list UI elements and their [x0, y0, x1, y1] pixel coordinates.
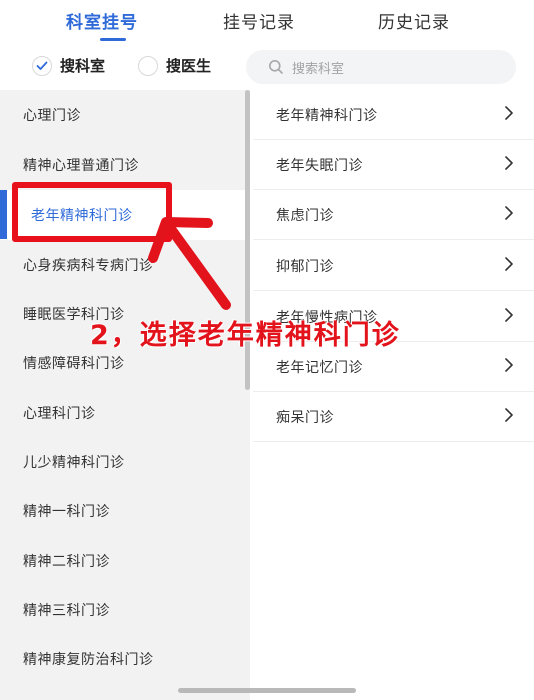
chevron-right-icon	[504, 256, 514, 276]
left-item-psychiatry-3[interactable]: 精神三科门诊	[0, 585, 250, 635]
left-item-label: 精神一科门诊	[23, 503, 110, 520]
radio-search-department-label: 搜科室	[60, 57, 106, 75]
chevron-right-icon	[504, 205, 514, 225]
chevron-right-icon	[504, 105, 514, 125]
search-placeholder: 搜索科室	[292, 61, 345, 77]
left-item-psychiatry-2[interactable]: 精神二科门诊	[0, 536, 250, 586]
left-item-label: 精神心理普通门诊	[23, 157, 139, 174]
left-item-label: 精神康复防治科门诊	[23, 651, 154, 668]
clinic-list: 老年精神科门诊 老年失眠门诊 焦虑门诊 抑郁门诊 老年慢性病门诊 老年记忆门诊 …	[253, 90, 534, 700]
tab-history[interactable]: 历史记录	[378, 8, 450, 33]
chevron-right-icon	[504, 155, 514, 175]
left-item-label: 心理科门诊	[23, 405, 96, 422]
left-item-label: 精神三科门诊	[23, 602, 110, 619]
search-icon	[268, 59, 284, 75]
search-input[interactable]: 搜索科室	[246, 50, 516, 84]
clinic-item-label: 焦虑门诊	[276, 207, 334, 224]
home-indicator[interactable]	[178, 688, 356, 693]
left-item-label: 精神二科门诊	[23, 553, 110, 570]
left-item-label: 心理门诊	[23, 107, 81, 124]
left-item-psychosomatic[interactable]: 心身疾病科专病门诊	[0, 240, 250, 290]
clinic-item-label: 老年精神科门诊	[276, 107, 378, 124]
clinic-item-label: 老年失眠门诊	[276, 157, 363, 174]
left-item-label: 儿少精神科门诊	[23, 454, 125, 471]
left-item-psychology-dept[interactable]: 心理科门诊	[0, 388, 250, 438]
left-item-rehabilitation[interactable]: 精神康复防治科门诊	[0, 634, 250, 684]
clinic-item[interactable]: 老年失眠门诊	[253, 140, 534, 190]
left-item-label: 情感障碍科门诊	[23, 355, 125, 372]
clinic-item[interactable]: 抑郁门诊	[253, 241, 534, 291]
check-icon	[32, 55, 52, 76]
tab-registration-records[interactable]: 挂号记录	[223, 8, 295, 33]
radio-search-department[interactable]: 搜科室	[32, 55, 105, 76]
chevron-right-icon	[504, 407, 514, 427]
active-tab-indicator	[100, 38, 126, 41]
selected-indicator	[0, 190, 7, 239]
chevron-right-icon	[504, 357, 514, 377]
chevron-right-icon	[504, 307, 514, 327]
left-item-child-psychiatry[interactable]: 儿少精神科门诊	[0, 437, 250, 487]
left-item-label: 心身疾病科专病门诊	[23, 257, 154, 274]
radio-search-doctor[interactable]: 搜医生	[138, 55, 211, 76]
annotation-instruction-text: 2，选择老年精神科门诊	[90, 320, 401, 351]
left-item-psychology-clinic[interactable]: 心理门诊	[0, 90, 250, 140]
clinic-item-label: 老年记忆门诊	[276, 359, 363, 376]
radio-search-doctor-label: 搜医生	[166, 57, 212, 75]
top-tab-bar: 科室挂号 挂号记录 历史记录	[0, 0, 534, 43]
clinic-item-label: 抑郁门诊	[276, 258, 334, 275]
clinic-item-label: 痴呆门诊	[276, 409, 334, 426]
clinic-item[interactable]: 焦虑门诊	[253, 190, 534, 240]
annotation-highlight-box	[12, 182, 172, 242]
tab-department-registration[interactable]: 科室挂号	[66, 8, 138, 33]
search-row: 搜科室 搜医生 搜索科室	[0, 42, 534, 90]
clinic-item[interactable]: 老年精神科门诊	[253, 90, 534, 140]
left-item-psychiatry-1[interactable]: 精神一科门诊	[0, 486, 250, 536]
clinic-item[interactable]: 痴呆门诊	[253, 392, 534, 442]
radio-empty-icon	[138, 55, 158, 76]
